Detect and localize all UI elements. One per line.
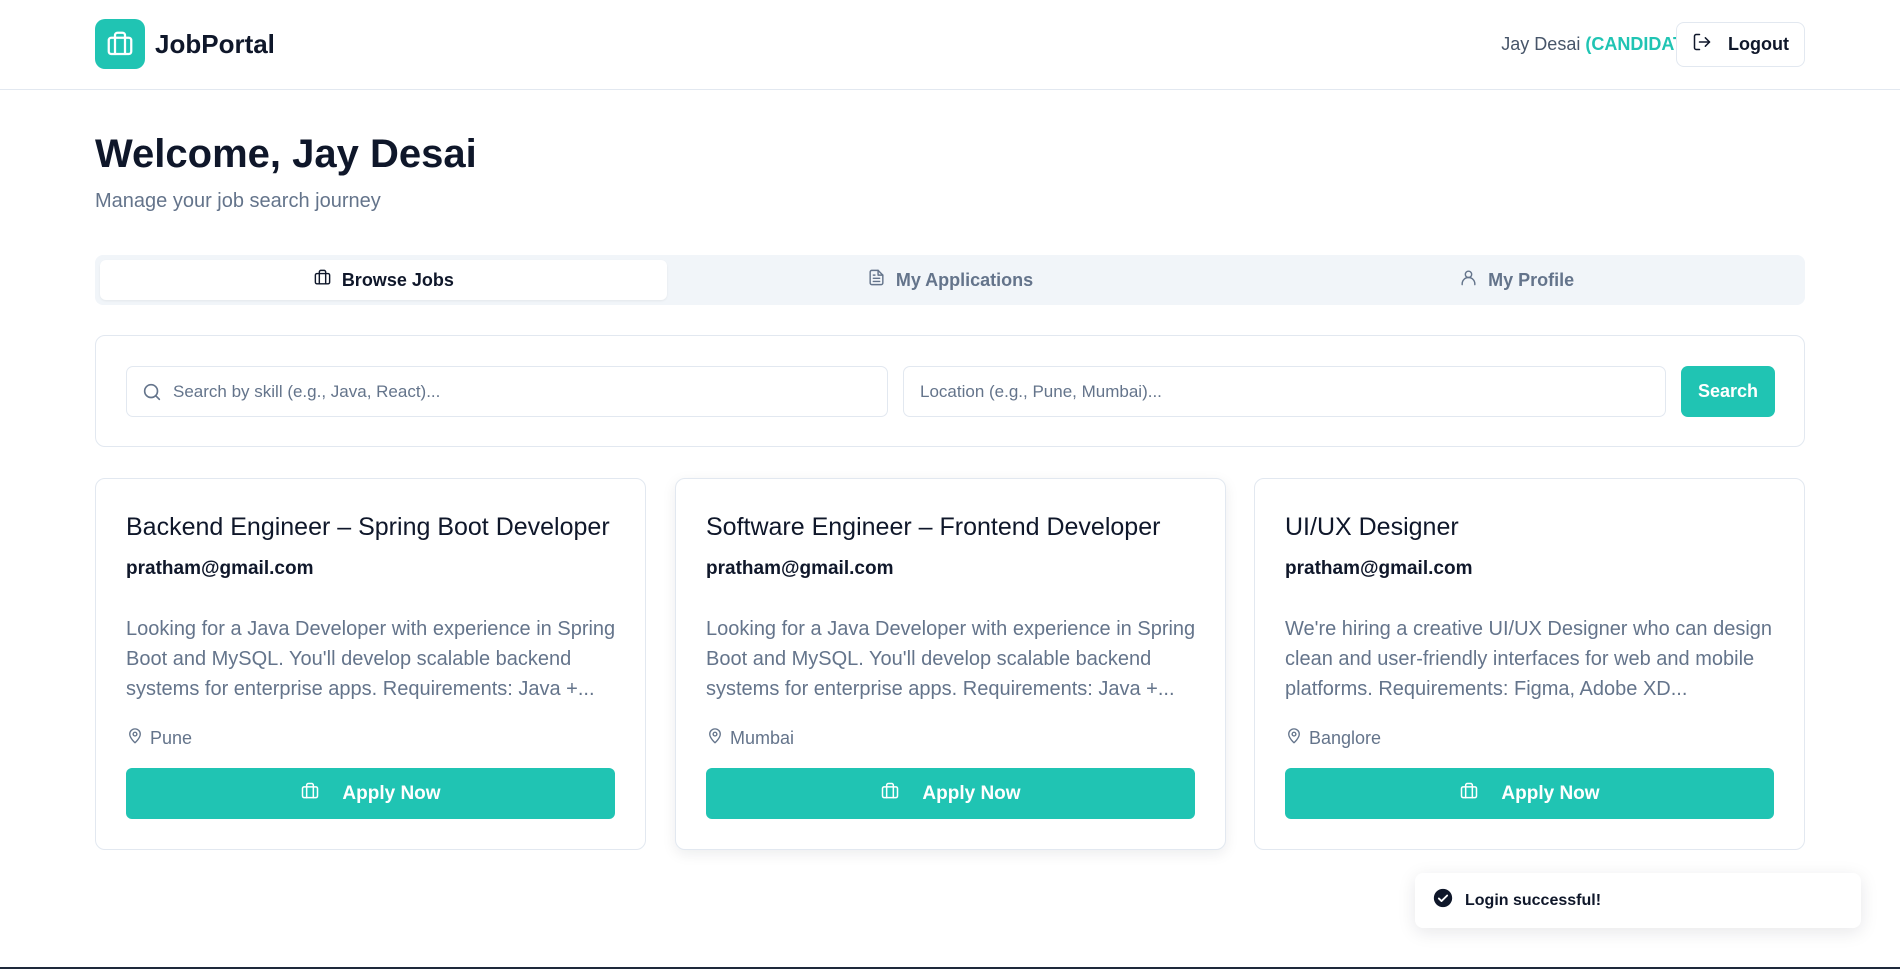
briefcase-icon [95,19,145,69]
app-header: JobPortal Jay Desai (CANDIDATE) Logout [0,0,1900,90]
tab-bar: Browse Jobs My Applications My Profile [95,255,1805,305]
brand-name: JobPortal [155,28,275,59]
job-email: pratham@gmail.com [706,558,894,579]
job-description: Looking for a Java Developer with experi… [706,618,1196,700]
tab-my-applications[interactable]: My Applications [667,260,1234,300]
job-location-label: Pune [150,728,193,748]
user-info: Jay Desai (CANDIDATE) [1501,34,1702,55]
job-location: Pune [126,727,192,750]
page-subtitle: Manage your job search journey [95,190,381,212]
job-email: pratham@gmail.com [126,558,314,579]
page-title: Welcome, Jay Desai [95,132,477,176]
briefcase-icon [880,781,900,807]
job-location-label: Mumbai [730,728,795,748]
job-title: Backend Engineer – Spring Boot Developer [126,513,610,541]
apply-now-button[interactable]: Apply Now [1285,768,1774,819]
job-description: Looking for a Java Developer with experi… [126,618,616,700]
job-card: UI/UX Designer pratham@gmail.com We're h… [1254,478,1805,850]
brand[interactable]: JobPortal [95,19,275,69]
tab-my-profile[interactable]: My Profile [1233,260,1800,300]
briefcase-icon [1459,781,1479,807]
job-title: Software Engineer – Frontend Developer [706,513,1161,541]
document-icon [867,268,886,292]
location-field [903,366,1666,417]
tab-label: My Applications [895,269,1034,290]
map-pin-icon [126,727,144,750]
briefcase-icon [313,268,332,292]
apply-label: Apply Now [1501,782,1600,804]
search-button[interactable]: Search [1681,366,1775,417]
user-name: Jay Desai [1501,34,1581,54]
skill-search-field [126,366,888,417]
job-card: Software Engineer – Frontend Developer p… [675,478,1226,850]
apply-now-button[interactable]: Apply Now [126,768,615,819]
toast-message: Login successful! [1465,891,1602,909]
map-pin-icon [706,727,724,750]
logout-button[interactable]: Logout [1676,22,1805,67]
check-circle-icon [1433,888,1453,913]
job-description: We're hiring a creative UI/UX Designer w… [1285,618,1773,700]
skill-search-input[interactable] [173,367,887,416]
tab-label: My Profile [1488,269,1575,290]
user-icon [1459,268,1478,292]
apply-label: Apply Now [922,782,1021,804]
tab-browse-jobs[interactable]: Browse Jobs [100,260,667,300]
map-pin-icon [1285,727,1303,750]
briefcase-icon [300,781,320,807]
logout-label: Logout [1728,34,1789,54]
job-email: pratham@gmail.com [1285,558,1473,579]
logout-icon [1692,32,1712,57]
job-location: Mumbai [706,727,794,750]
location-input[interactable] [920,367,1665,416]
job-location-label: Banglore [1309,728,1382,748]
job-card: Backend Engineer – Spring Boot Developer… [95,478,646,850]
toast-notification[interactable]: Login successful! [1415,873,1861,928]
search-card: Search [95,335,1805,447]
apply-now-button[interactable]: Apply Now [706,768,1195,819]
tab-label: Browse Jobs [341,269,454,290]
search-icon [141,381,163,403]
apply-label: Apply Now [342,782,441,804]
job-title: UI/UX Designer [1285,513,1459,541]
job-location: Banglore [1285,727,1381,750]
